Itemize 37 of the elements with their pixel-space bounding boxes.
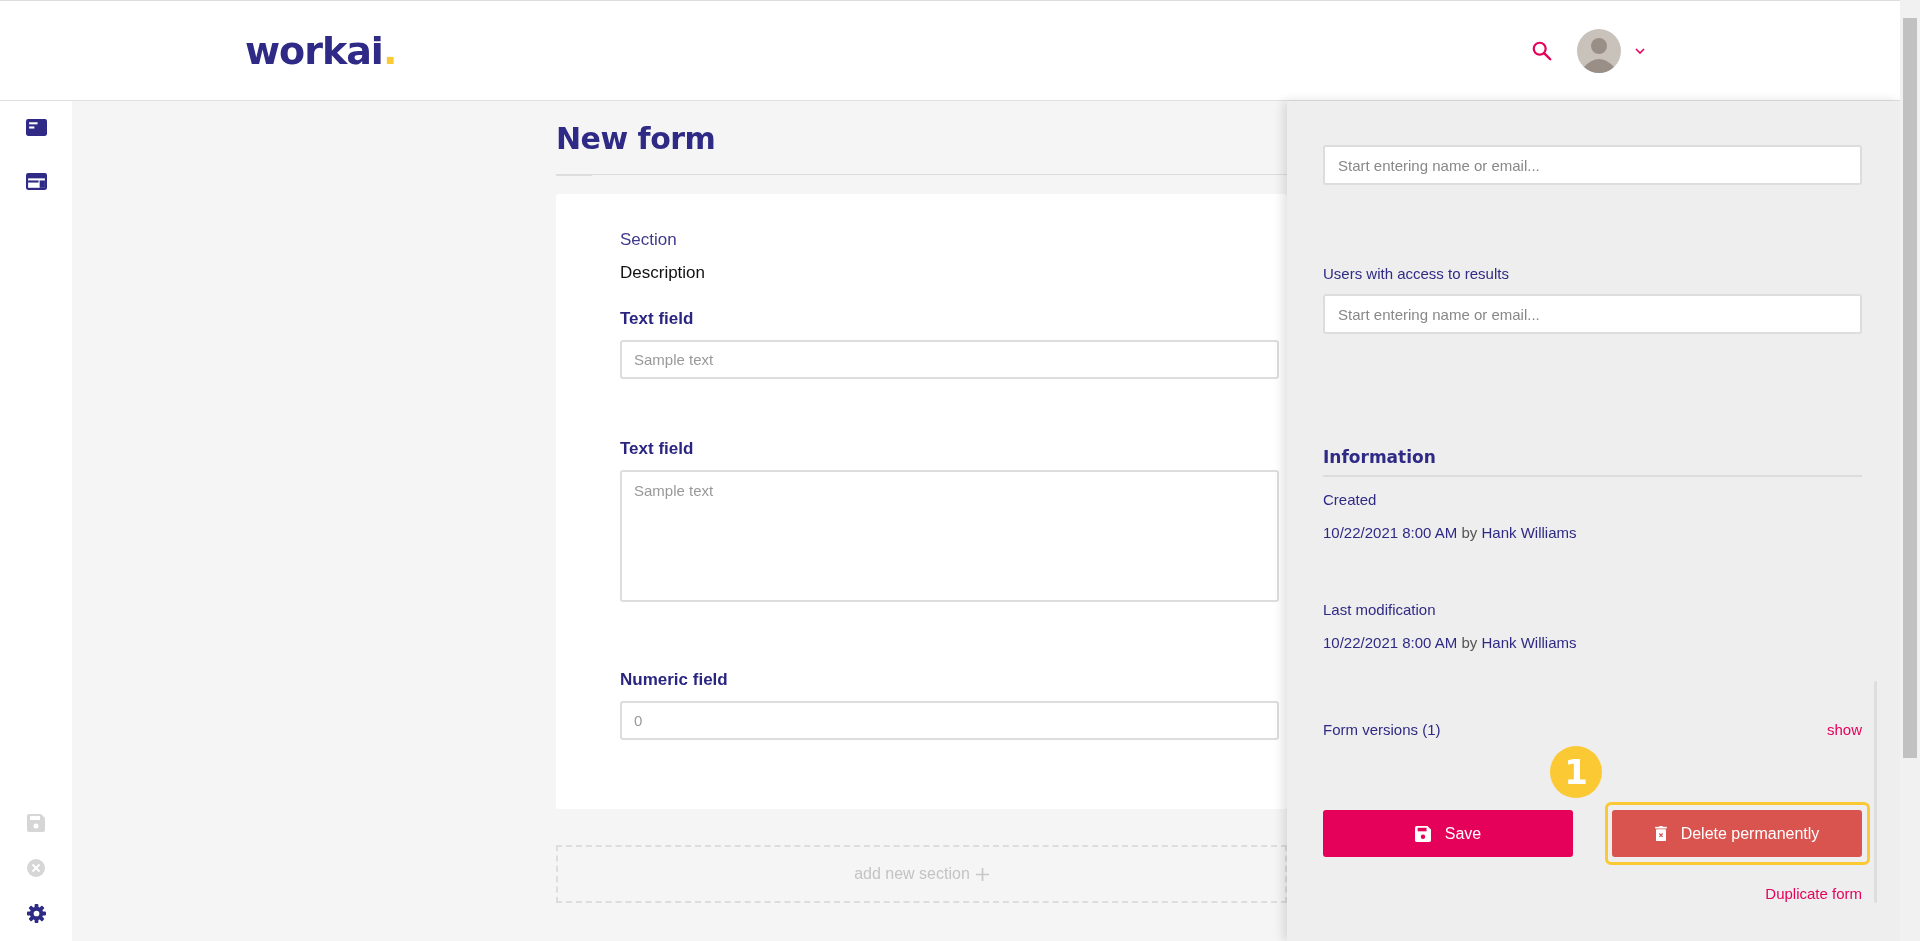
browser-window-icon[interactable] [25,173,47,190]
text-area[interactable]: Sample text [620,470,1279,602]
show-link[interactable]: show [1826,721,1862,738]
date-text: 10/22/2021 8:00 AM [1323,524,1458,541]
by-text: by [1461,634,1478,651]
info-label: Created [1323,491,1378,508]
field-label: Text field [620,309,695,329]
user-name: Hank Williams [1481,524,1577,541]
card-icon[interactable] [25,119,47,136]
logo[interactable]: workai. [245,28,397,73]
user-search-input[interactable]: Start entering name or email... [1323,294,1862,334]
section-heading: Information [1323,447,1862,477]
versions-label: Form versions (1) [1323,721,1441,738]
avatar[interactable] [1577,28,1621,73]
info-label: Last modification [1323,601,1437,618]
user-search-input[interactable]: Start entering name or email... [1323,145,1862,185]
search-icon[interactable] [1531,39,1553,62]
text-input[interactable]: Sample text [620,340,1279,379]
step-badge: 1 [1550,746,1602,798]
field-label: Numeric field [620,670,729,690]
field-label: Text field [620,439,695,459]
user-name: Hank Williams [1481,634,1577,651]
trash-icon [1654,826,1667,841]
chevron-down-icon[interactable] [1635,47,1645,54]
date-text: 10/22/2021 8:00 AM [1323,634,1458,651]
plus-icon [975,867,989,881]
settings-icon[interactable] [26,904,46,923]
page-title: New form [556,121,717,156]
field-label: Users with access to results [1323,265,1510,282]
delete-button[interactable]: Delete permanently [1612,810,1862,857]
number-input[interactable]: 0 [620,701,1279,740]
save-button[interactable]: Save [1323,810,1573,857]
duplicate-link[interactable]: Duplicate form [1765,885,1862,902]
by-text: by [1461,524,1478,541]
page-scrollbar[interactable] [1900,0,1920,941]
section-title: Section [620,230,678,250]
section-description: Description [620,263,706,283]
